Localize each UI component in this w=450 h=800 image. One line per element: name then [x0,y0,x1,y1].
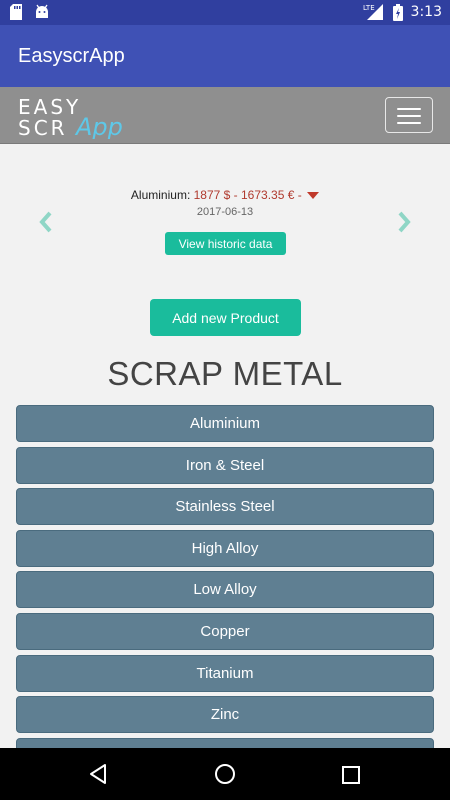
metal-item-high-alloy[interactable]: High Alloy [16,529,434,567]
android-icon [36,4,48,18]
price-line: Aluminium: 1877 $ - 1673.35 € - [0,188,450,202]
price-carousel: Aluminium: 1877 $ - 1673.35 € - 2017-06-… [0,144,450,284]
menu-toggle-button[interactable] [385,97,433,133]
chevron-right-icon[interactable] [396,210,412,234]
add-new-product-button[interactable]: Add new Product [150,299,301,336]
trend-down-icon [307,192,320,200]
price-date: 2017-06-13 [196,206,254,218]
clock: 3:13 [410,4,442,20]
metal-item-aluminium[interactable]: Aluminium [16,405,434,442]
logo-text-scr: SCR [18,116,68,139]
site-header: EASY SCR App [0,87,450,144]
status-bar: LTE 3:13 [0,0,450,25]
app-bar: EasyscrApp [0,25,450,87]
easyscrapp-logo[interactable]: EASY SCR App [18,93,158,139]
recent-apps-icon[interactable] [342,766,360,784]
metal-item-copper[interactable]: Copper [16,612,434,650]
metal-item-low-alloy[interactable]: Low Alloy [16,571,434,609]
view-historic-data-button[interactable]: View historic data [165,232,286,255]
signal-icon: LTE [363,4,383,20]
app-title: EasyscrApp [18,45,125,67]
network-label: LTE [363,4,375,12]
price-metal-name: Aluminium: [130,188,191,202]
battery-icon [392,3,403,21]
back-icon[interactable] [88,763,108,785]
home-icon[interactable] [214,763,236,785]
metal-list: Aluminium Iron & Steel Stainless Steel H… [16,405,434,779]
sd-card-icon [10,4,22,20]
system-nav-bar [0,748,450,800]
metal-item-titanium[interactable]: Titanium [16,654,434,692]
hamburger-icon [397,108,421,110]
metal-item-stainless-steel[interactable]: Stainless Steel [16,488,434,526]
metal-item-zinc[interactable]: Zinc [16,696,434,734]
logo-text-app: App [74,113,123,139]
section-title: SCRAP METAL [107,355,343,392]
metal-item-iron-steel[interactable]: Iron & Steel [16,446,434,484]
price-values: 1877 $ - 1673.35 € - [193,188,302,202]
